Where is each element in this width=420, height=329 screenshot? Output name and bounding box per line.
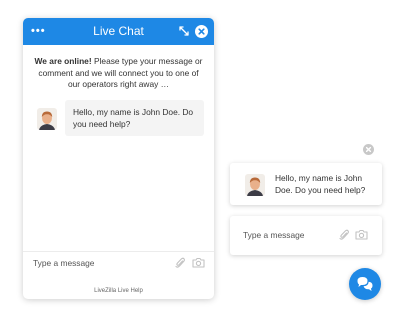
operator-avatar xyxy=(245,174,265,196)
operator-message: Hello, my name is John Doe. Do you need … xyxy=(36,100,204,136)
floating-message-input[interactable]: Type a message xyxy=(243,230,304,240)
chat-window: ••• Live Chat We are online! Please type… xyxy=(23,18,214,299)
branding-footer: LiveZilla Live Help xyxy=(94,288,143,294)
paperclip-icon[interactable] xyxy=(175,257,185,269)
open-chat-button[interactable] xyxy=(349,268,381,300)
intro-text: We are online! Please type your message … xyxy=(23,45,214,91)
online-status: We are online! xyxy=(34,56,92,66)
chat-header: ••• Live Chat xyxy=(23,18,214,45)
camera-icon[interactable] xyxy=(355,229,368,240)
message-input[interactable]: Type a message xyxy=(33,258,94,268)
operator-avatar xyxy=(37,108,57,130)
paperclip-icon[interactable] xyxy=(339,229,349,241)
invitation-message: Hello, my name is John Doe. Do you need … xyxy=(275,173,366,195)
message-bubble: Hello, my name is John Doe. Do you need … xyxy=(65,100,204,136)
resize-icon[interactable] xyxy=(178,25,190,37)
camera-icon[interactable] xyxy=(192,257,205,268)
invitation-bubble[interactable]: Hello, my name is John Doe. Do you need … xyxy=(230,163,382,205)
close-icon[interactable] xyxy=(195,25,208,38)
chat-bubbles-icon xyxy=(357,277,373,291)
message-composer: Type a message xyxy=(23,251,214,275)
dismiss-icon[interactable] xyxy=(363,144,374,155)
floating-composer: Type a message xyxy=(230,216,382,255)
